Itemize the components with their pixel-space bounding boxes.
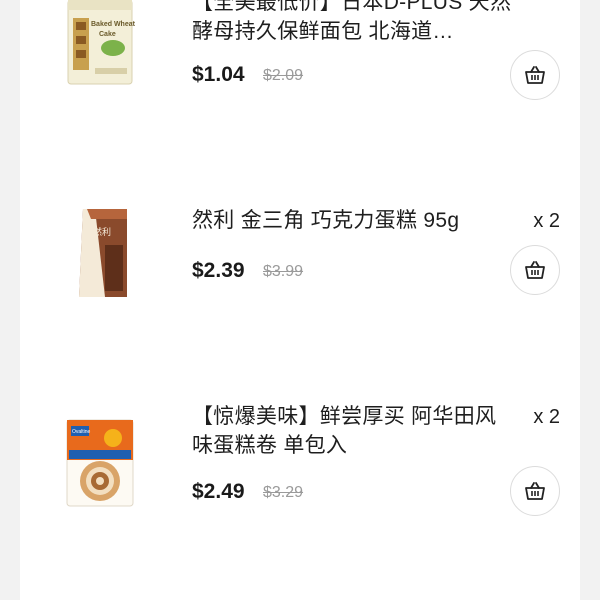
- sale-price: $2.39: [192, 259, 245, 282]
- add-to-cart-button[interactable]: [510, 245, 560, 295]
- quantity-label: x 2: [533, 210, 560, 232]
- basket-icon: [525, 482, 545, 500]
- original-price: $3.29: [263, 484, 304, 501]
- svg-text:然利: 然利: [93, 226, 111, 237]
- list-item[interactable]: Baked Wheat Cake 【全美最低价】日本D-PLUS 天然酵母持久保…: [20, 0, 580, 150]
- list-item[interactable]: Ovaltine 【惊爆美味】鲜尝厚买 阿华田风味蛋糕卷 单包入 x 2 $2.…: [20, 390, 580, 560]
- product-title[interactable]: 然利 金三角 巧克力蛋糕 95g: [192, 206, 512, 235]
- original-price: $2.09: [263, 67, 304, 84]
- svg-text:Baked Wheat: Baked Wheat: [91, 21, 135, 28]
- basket-icon: [525, 66, 545, 84]
- sale-price: $1.04: [192, 63, 245, 86]
- product-title[interactable]: 【全美最低价】日本D-PLUS 天然酵母持久保鲜面包 北海道…: [192, 0, 512, 46]
- bread-package-image[interactable]: Baked Wheat Cake: [65, 0, 136, 88]
- list-item[interactable]: 然利 然利 金三角 巧克力蛋糕 95g x 2 $2.39 $3.99: [20, 190, 580, 360]
- add-to-cart-button[interactable]: [510, 50, 560, 100]
- quantity-label: x 2: [533, 406, 560, 428]
- basket-icon: [525, 261, 545, 279]
- sale-price: $2.49: [192, 480, 245, 503]
- svg-text:Ovaltine: Ovaltine: [72, 429, 91, 435]
- order-items-card: Baked Wheat Cake 【全美最低价】日本D-PLUS 天然酵母持久保…: [20, 0, 580, 600]
- cake-roll-package-image[interactable]: Ovaltine: [65, 418, 135, 508]
- chocolate-cake-triangle-image[interactable]: 然利: [65, 205, 135, 297]
- svg-text:Cake: Cake: [99, 31, 116, 38]
- original-price: $3.99: [263, 263, 304, 280]
- product-title[interactable]: 【惊爆美味】鲜尝厚买 阿华田风味蛋糕卷 单包入: [192, 402, 512, 460]
- add-to-cart-button[interactable]: [510, 466, 560, 516]
